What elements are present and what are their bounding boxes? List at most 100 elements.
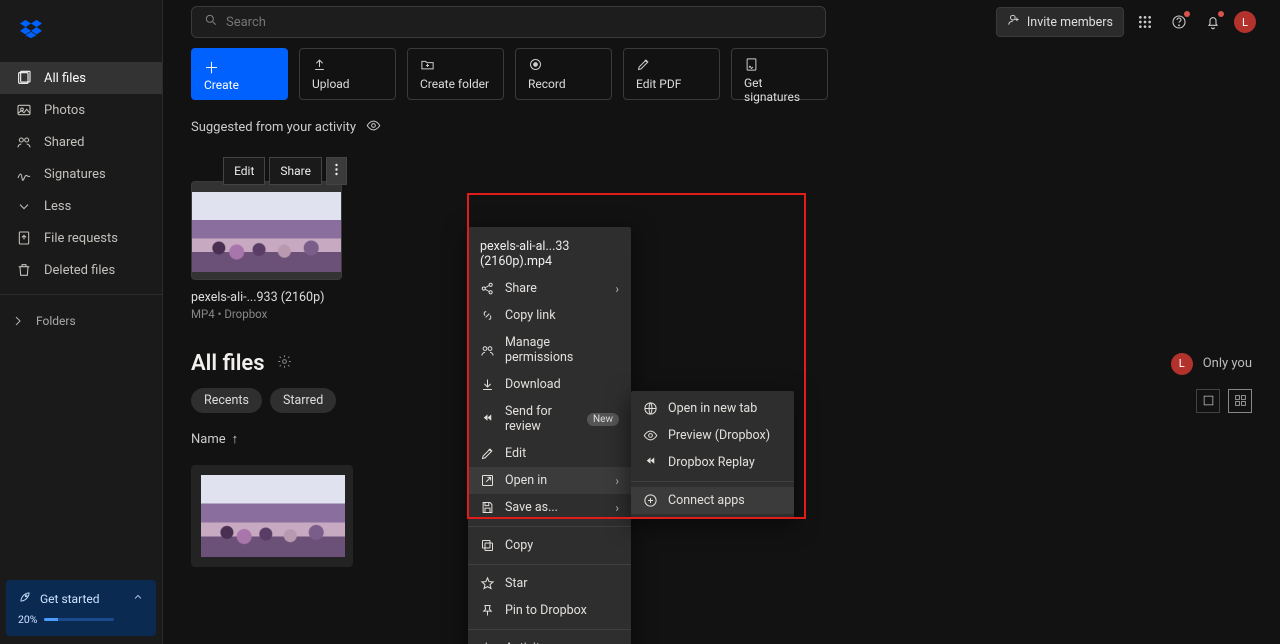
rocket-icon [18,590,32,607]
sub-open-new-tab[interactable]: Open in new tab [631,395,794,422]
sidebar-item-label: File requests [44,231,118,246]
invite-members-button[interactable]: Invite members [996,7,1124,37]
progress-bar [44,618,114,621]
dropbox-logo[interactable] [0,0,162,62]
ctx-share[interactable]: Share› [468,275,631,302]
action-label: Upload [312,77,383,91]
sidebar-item-label: All files [44,71,86,86]
ctx-copy[interactable]: Copy [468,532,631,559]
share-icon [480,281,495,296]
open-in-icon [480,473,495,488]
action-get-signatures[interactable]: Get signatures [731,48,828,100]
photos-icon [16,102,32,118]
sub-dropbox-replay[interactable]: Dropbox Replay [631,449,794,476]
new-folder-icon [420,57,491,76]
file-card[interactable]: Edit Share pexels-ali-...933 (2160p) MP4… [191,151,353,321]
avatar[interactable]: L [1234,11,1256,33]
file-name: pexels-ali-...933 (2160p) [191,290,353,305]
upload-icon [312,57,383,76]
sort-arrow-up-icon: ↑ [232,431,239,447]
topbar: Invite members L [163,0,1280,44]
view-grid-button[interactable] [1228,389,1252,413]
get-started-pct: 20% [18,613,38,626]
gear-icon[interactable] [277,354,292,373]
sidebar-item-photos[interactable]: Photos [0,94,162,126]
only-you-label: Only you [1203,356,1252,371]
action-edit-pdf[interactable]: Edit PDF [623,48,720,100]
sub-connect-apps[interactable]: Connect apps [631,487,794,514]
sidebar-item-signatures[interactable]: Signatures [0,158,162,190]
sidebar-item-shared[interactable]: Shared [0,126,162,158]
ctx-copy-link[interactable]: Copy link [468,302,631,329]
replay-icon [643,455,658,470]
search-field[interactable] [226,15,813,30]
chevron-up-icon [132,591,144,606]
action-record[interactable]: Record [515,48,612,100]
person-add-icon [1007,13,1021,31]
action-upload[interactable]: Upload [299,48,396,100]
shared-icon [16,134,32,150]
avatar[interactable]: L [1171,353,1193,375]
sidebar-item-less[interactable]: Less [0,190,162,222]
get-started-panel[interactable]: Get started 20% [6,580,156,636]
main-area: Invite members L ＋ Create Upload [163,0,1280,644]
action-label: Create [204,78,275,92]
signatures-icon [16,166,32,182]
chip-recents[interactable]: Recents [191,388,262,413]
sidebar-item-label: Photos [44,103,85,118]
sidebar-item-label: Signatures [44,167,106,182]
copy-icon [480,538,495,553]
action-create[interactable]: ＋ Create [191,48,288,100]
sidebar-item-label: Less [44,199,71,214]
ctx-manage-permissions[interactable]: Manage permissions [468,329,631,371]
ctx-send-review[interactable]: Send for review New [468,398,631,440]
sidebar-item-file-requests[interactable]: File requests [0,222,162,254]
file-more-button[interactable] [326,157,347,185]
action-label: Record [528,77,599,91]
ctx-separator [468,564,631,565]
file-request-icon [16,230,32,246]
file-share-button[interactable]: Share [269,157,322,185]
link-icon [480,308,495,323]
ctx-save-as[interactable]: Save as...› [468,494,631,521]
sidebar: All files Photos Shared Signatures Less … [0,0,163,644]
save-icon [480,500,495,515]
get-started-label: Get started [40,592,100,606]
search-input[interactable] [191,6,826,38]
view-list-button[interactable] [1196,389,1220,413]
search-icon [204,13,218,31]
eye-icon[interactable] [366,118,381,137]
apps-grid-button[interactable] [1132,9,1158,35]
pencil-icon [480,446,495,461]
action-label: Create folder [420,77,491,91]
grid-file-card[interactable] [191,465,353,567]
notifications-button[interactable] [1200,9,1226,35]
ctx-pin[interactable]: Pin to Dropbox [468,597,631,624]
replay-icon [480,412,495,427]
help-button[interactable] [1166,9,1192,35]
download-icon [480,377,495,392]
people-icon [480,343,495,358]
ctx-edit[interactable]: Edit [468,440,631,467]
files-icon [16,70,32,86]
ctx-open-in[interactable]: Open in› [468,467,631,494]
file-thumbnail [201,475,345,557]
pin-icon [480,603,495,618]
ctx-star[interactable]: Star [468,570,631,597]
star-icon [480,576,495,591]
ctx-activity[interactable]: Activity› [468,635,631,644]
chip-starred[interactable]: Starred [270,388,336,413]
ctx-separator [468,526,631,527]
file-thumbnail [191,181,342,280]
action-create-folder[interactable]: Create folder [407,48,504,100]
ctx-download[interactable]: Download [468,371,631,398]
action-label: Edit PDF [636,77,707,91]
file-edit-button[interactable]: Edit [223,157,265,185]
sidebar-item-deleted[interactable]: Deleted files [0,254,162,286]
sub-separator [631,481,794,482]
eye-icon [643,428,658,443]
sidebar-item-all-files[interactable]: All files [0,62,162,94]
sub-preview-dropbox[interactable]: Preview (Dropbox) [631,422,794,449]
sidebar-folders[interactable]: Folders [0,303,162,339]
context-menu: pexels-ali-al...33 (2160p).mp4 Share› Co… [468,227,631,644]
